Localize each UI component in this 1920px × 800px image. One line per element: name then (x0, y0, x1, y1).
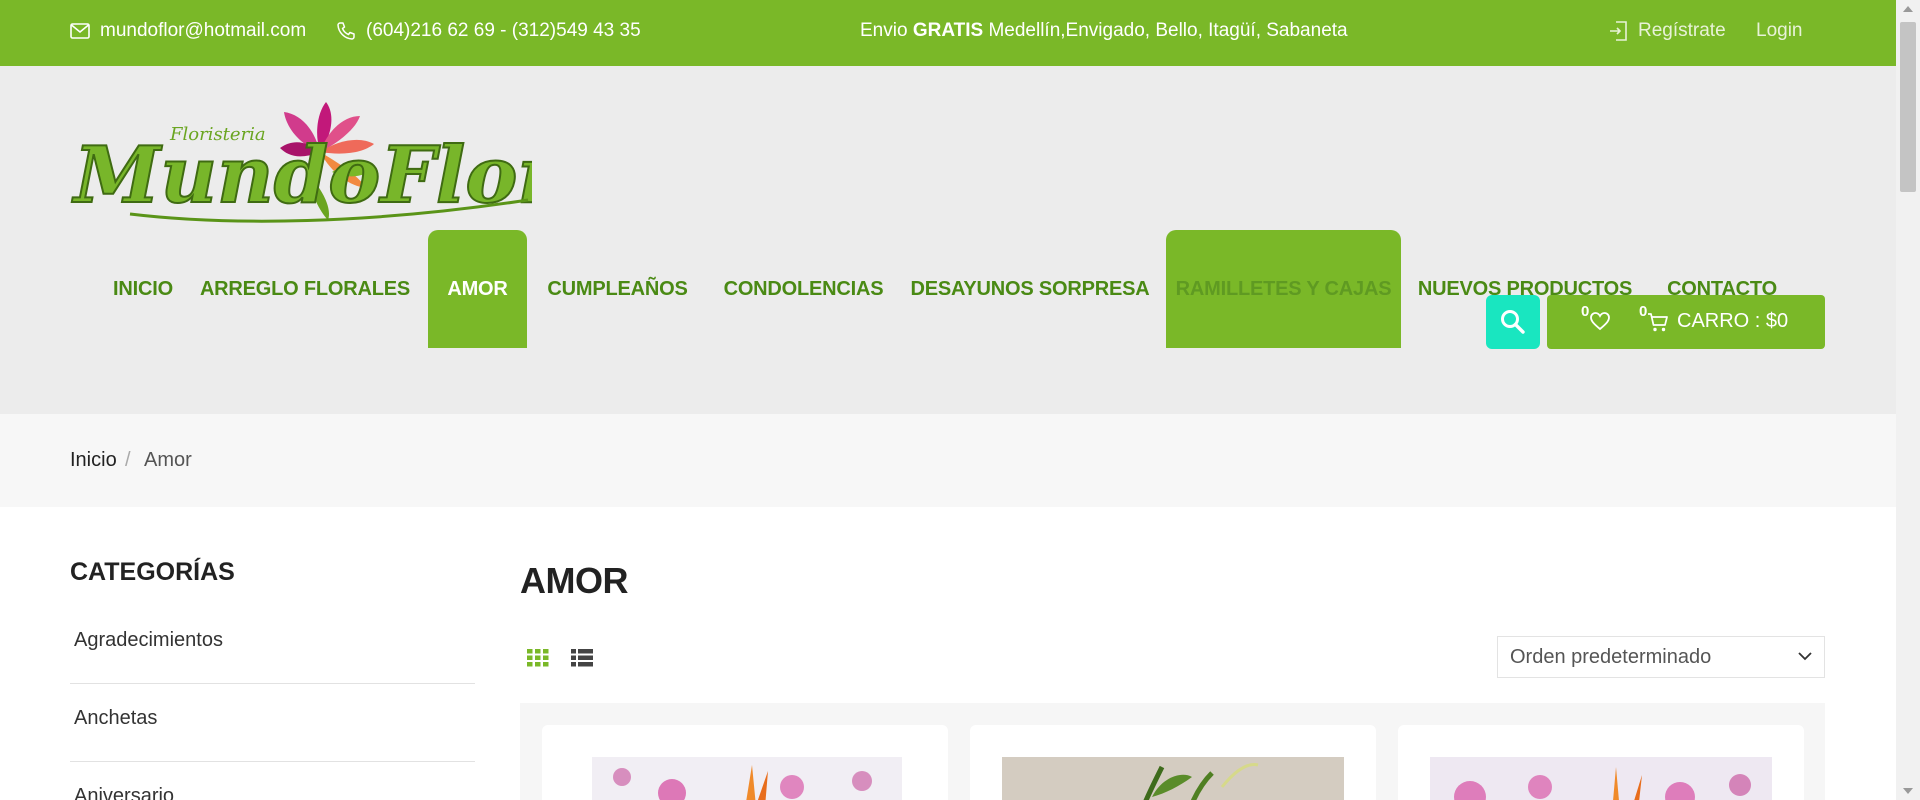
mail-icon (70, 23, 90, 39)
sign-in-icon (1610, 21, 1627, 41)
phone-text: (604)216 62 69 - (312)549 43 35 (366, 20, 641, 41)
cart-icon (1648, 313, 1668, 332)
nav-item-arreglo-florales[interactable]: ARREGLO FLORALES (200, 230, 410, 348)
list-view-button[interactable] (571, 649, 593, 672)
breadcrumb-home[interactable]: Inicio (70, 449, 117, 472)
nav-item-condolencias[interactable]: CONDOLENCIAS (716, 230, 891, 348)
heart-icon[interactable] (1589, 311, 1611, 331)
category-item[interactable]: Anchetas (70, 685, 475, 762)
product-image[interactable] (592, 757, 902, 800)
chevron-down-icon (1798, 652, 1812, 661)
cart-label: CARRO : $0 (1677, 310, 1789, 332)
scroll-up-icon[interactable] (1903, 6, 1913, 12)
logo-graphic: Floristeria MundoFlor (70, 102, 564, 223)
categories-title: CATEGORÍAS (70, 558, 235, 586)
promo-bold: GRATIS (912, 20, 984, 41)
breadcrumb-separator: / (125, 449, 131, 471)
login-link[interactable]: Login (1756, 20, 1803, 42)
search-button[interactable] (1486, 295, 1540, 349)
page-scrollbar[interactable] (1896, 0, 1920, 800)
site-header: Floristeria MundoFlor INICIO ARREGLO FLO… (0, 66, 1896, 414)
nav-item-desayunos-sorpresa[interactable]: DESAYUNOS SORPRESA (910, 230, 1149, 348)
breadcrumb: Inicio / Amor (0, 414, 1896, 507)
email-text: mundoflor@hotmail.com (100, 20, 307, 41)
site-logo[interactable]: Floristeria MundoFlor (70, 102, 564, 232)
sort-select[interactable]: Orden predeterminado (1497, 636, 1825, 678)
phone-contact[interactable]: (604)216 62 69 - (312)549 43 35 (336, 20, 641, 42)
category-label: Anchetas (74, 707, 158, 729)
scroll-down-icon[interactable] (1903, 788, 1913, 794)
nav-item-cumpleanos[interactable]: CUMPLEAÑOS (545, 230, 690, 348)
email-contact[interactable]: mundoflor@hotmail.com (70, 20, 306, 42)
page-title: AMOR (520, 560, 629, 601)
product-card[interactable] (1398, 725, 1804, 800)
product-grid (520, 703, 1825, 800)
cart-summary[interactable]: 0 0 CARRO : $0 (1547, 295, 1825, 349)
category-item[interactable]: Agradecimientos (70, 607, 475, 684)
top-bar: mundoflor@hotmail.com (604)216 62 69 - (… (0, 0, 1896, 66)
scrollbar-thumb[interactable] (1900, 22, 1916, 192)
product-image[interactable] (1002, 757, 1344, 800)
category-label: Agradecimientos (74, 629, 223, 651)
sort-selected-value: Orden predeterminado (1510, 646, 1712, 668)
phone-icon (337, 22, 355, 40)
register-label: Regístrate (1638, 20, 1726, 41)
promo-prefix: Envio (860, 20, 913, 41)
nav-item-inicio[interactable]: INICIO (100, 230, 186, 348)
list-icon (571, 649, 593, 667)
nav-item-amor[interactable]: AMOR (428, 230, 527, 348)
category-item[interactable]: Aniversario (70, 763, 475, 800)
shipping-promo: Envio GRATIS Medellín,Envigado, Bello, I… (860, 20, 1348, 42)
breadcrumb-current: Amor (144, 449, 192, 471)
register-link[interactable]: Regístrate (1608, 20, 1726, 42)
grid-view-button[interactable] (527, 649, 549, 672)
product-card[interactable] (542, 725, 948, 800)
promo-rest: Medellín,Envigado, Bello, Itagüí, Sabane… (983, 20, 1348, 41)
product-card[interactable] (970, 725, 1376, 800)
search-icon (1501, 310, 1525, 334)
grid-icon (527, 649, 549, 667)
category-label: Aniversario (74, 785, 175, 800)
product-image[interactable] (1430, 757, 1772, 800)
nav-item-ramilletes-y-cajas[interactable]: RAMILLETES Y CAJAS (1166, 230, 1401, 348)
